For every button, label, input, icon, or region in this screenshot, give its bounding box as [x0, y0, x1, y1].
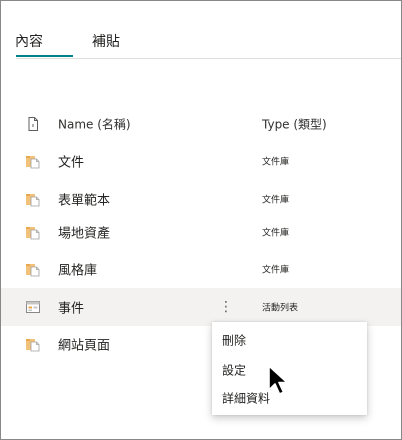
library-icon — [26, 264, 40, 277]
list-item-selected[interactable]: 事件 ⋮ 活動列表 — [1, 288, 401, 326]
tab-contents[interactable]: 內容 — [15, 31, 43, 51]
item-name[interactable]: 事件 — [58, 298, 84, 317]
item-name[interactable]: 場地資產 — [58, 223, 110, 242]
column-header-name[interactable]: Name (名稱) — [58, 116, 131, 133]
menu-item-settings[interactable]: 設定 — [212, 356, 367, 384]
list-item[interactable]: 風格庫 文件庫 — [1, 250, 401, 288]
calendar-list-icon — [26, 301, 40, 313]
list-item[interactable]: 場地資產 文件庫 — [1, 213, 401, 251]
library-icon — [26, 339, 40, 352]
menu-item-delete[interactable]: 刪除 — [212, 326, 367, 354]
item-type: 文件庫 — [262, 265, 290, 276]
context-menu: 刪除 設定 詳細資料 — [212, 322, 367, 415]
item-type: 文件庫 — [262, 228, 290, 239]
tab-subsites[interactable]: 補貼 — [92, 31, 120, 51]
menu-item-label: 詳細資料 — [222, 391, 271, 406]
item-name[interactable]: 文件 — [58, 152, 84, 171]
selected-tab-indicator — [16, 55, 73, 57]
list-item[interactable]: 文件 文件庫 — [1, 142, 401, 180]
library-icon — [26, 194, 40, 207]
item-name[interactable]: 風格庫 — [58, 260, 97, 279]
item-name[interactable]: 表單範本 — [58, 190, 110, 209]
column-header-type[interactable]: Type (類型) — [262, 116, 327, 133]
site-contents-panel: 內容 補貼 Name (名稱) Type (類型) 文件 文件庫 表單範本 文件… — [0, 0, 402, 440]
item-name[interactable]: 網站頁面 — [58, 335, 110, 354]
item-type: 文件庫 — [262, 157, 290, 168]
list-header: Name (名稱) Type (類型) — [1, 105, 401, 143]
mouse-pointer-icon — [268, 365, 288, 395]
more-options-icon[interactable]: ⋮ — [219, 300, 233, 314]
library-icon — [26, 156, 40, 169]
item-type: 文件庫 — [262, 195, 290, 206]
menu-item-label: 設定 — [222, 363, 247, 378]
item-type: 活動列表 — [262, 303, 299, 314]
library-icon — [26, 227, 40, 240]
file-type-icon — [28, 117, 38, 131]
menu-item-details[interactable]: 詳細資料 — [212, 384, 367, 412]
menu-item-label: 刪除 — [222, 333, 247, 348]
tabs-divider — [16, 58, 401, 59]
